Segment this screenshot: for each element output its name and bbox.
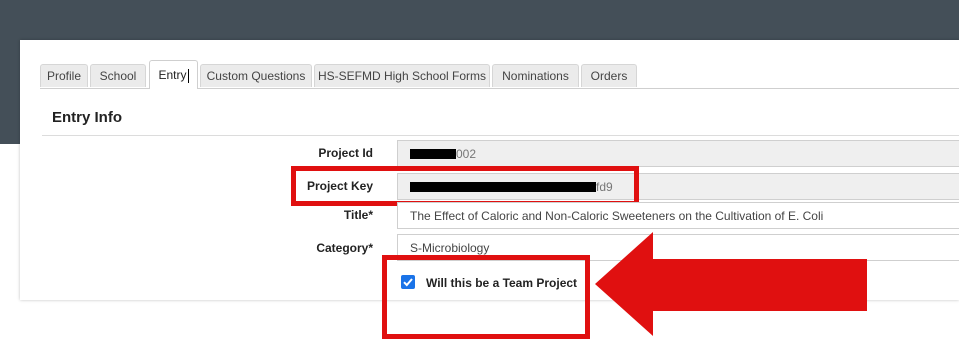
title-label: Title* (343, 208, 373, 222)
tab-entry[interactable]: Entry (149, 60, 198, 89)
section-divider (42, 135, 959, 136)
tab-profile[interactable]: Profile (40, 64, 88, 87)
project-key-highlight (291, 166, 639, 206)
tab-bar: Profile School Entry Custom Questions HS… (40, 60, 959, 89)
red-arrow-icon (595, 232, 867, 336)
project-id-label: Project Id (318, 146, 373, 160)
app-header-bar (0, 0, 959, 40)
team-project-highlight (382, 255, 590, 339)
project-id-field: 002 (397, 140, 959, 167)
tab-hs-sefmd-forms[interactable]: HS-SEFMD High School Forms (314, 64, 490, 87)
tab-school[interactable]: School (90, 64, 146, 87)
title-input[interactable]: The Effect of Caloric and Non-Caloric Sw… (397, 202, 959, 229)
tab-nominations[interactable]: Nominations (492, 64, 579, 87)
project-id-suffix: 002 (456, 147, 477, 161)
category-label: Category* (316, 241, 373, 255)
text-cursor-icon (187, 68, 189, 83)
section-title: Entry Info (52, 109, 122, 126)
tab-orders[interactable]: Orders (581, 64, 637, 87)
tab-entry-label: Entry (158, 68, 187, 82)
background-strip (0, 40, 20, 144)
redacted-block (410, 148, 456, 159)
tab-custom-questions[interactable]: Custom Questions (200, 64, 312, 87)
